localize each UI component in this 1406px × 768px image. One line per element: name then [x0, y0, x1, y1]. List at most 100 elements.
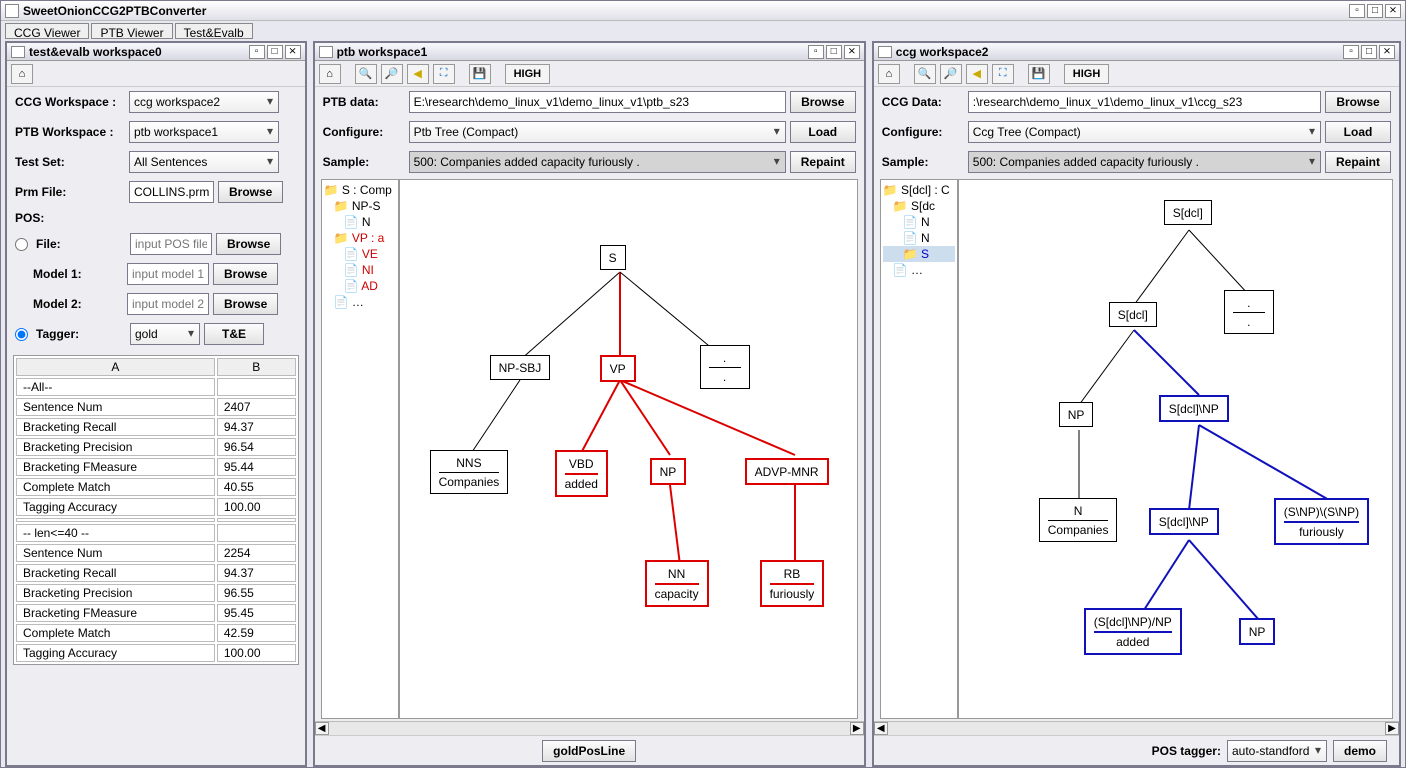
pane-max-button[interactable]: □ — [267, 45, 283, 59]
pane-max-button[interactable]: □ — [1361, 45, 1377, 59]
ccg-workspace-select[interactable] — [129, 91, 279, 113]
ccg-repaint-button[interactable]: Repaint — [1325, 151, 1391, 173]
zoom-in-icon[interactable]: 🔍 — [355, 64, 377, 84]
node-dot: .. — [700, 345, 750, 389]
model1-label: Model 1: — [33, 267, 123, 281]
model2-browse-button[interactable]: Browse — [213, 293, 278, 315]
node-np2: NP — [1239, 618, 1276, 645]
home-icon[interactable]: ⌂ — [11, 64, 33, 84]
high-button[interactable]: HIGH — [1064, 64, 1110, 84]
results-table: AB --All--Sentence Num2407Bracketing Rec… — [13, 355, 299, 665]
pos-tagger-label: POS tagger: — [1152, 744, 1221, 758]
tab-test-evalb[interactable]: Test&Evalb — [175, 23, 253, 39]
model2-input[interactable] — [127, 293, 209, 315]
ccg-workspace-label: CCG Workspace : — [15, 95, 125, 109]
ccg-pane: ccg workspace2 ▫ □ ⨯ ⌂ 🔍 🔎 ◀ ⛶ 💾 HIGH CC… — [872, 41, 1401, 767]
prm-browse-button[interactable]: Browse — [218, 181, 283, 203]
ptb-data-input[interactable] — [409, 91, 786, 113]
pane-close-button[interactable]: ⨯ — [844, 45, 860, 59]
ptb-workspace-select[interactable] — [129, 121, 279, 143]
model1-browse-button[interactable]: Browse — [213, 263, 278, 285]
nav-left-icon[interactable]: ◀ — [407, 64, 429, 84]
ptb-pane: ptb workspace1 ▫ □ ⨯ ⌂ 🔍 🔎 ◀ ⛶ 💾 HIGH PT… — [313, 41, 866, 767]
table-row: --All-- — [16, 378, 296, 396]
te-button[interactable]: T&E — [204, 323, 264, 345]
nav-left-icon[interactable]: ◀ — [966, 64, 988, 84]
ccg-browse-button[interactable]: Browse — [1325, 91, 1391, 113]
ptb-tree-outline[interactable]: 📁 S : Comp 📁 NP-S 📄 N 📁 VP : a 📄 VE 📄 NI… — [321, 179, 399, 719]
node-nns: NNSCompanies — [430, 450, 509, 494]
zoom-out-icon[interactable]: 🔎 — [381, 64, 403, 84]
left-pane: test&evalb workspace0 ▫ □ ⨯ ⌂ CCG Worksp… — [5, 41, 307, 767]
ccg-data-input[interactable] — [968, 91, 1321, 113]
table-row: Complete Match42.59 — [16, 624, 296, 642]
prm-file-input[interactable] — [129, 181, 214, 203]
ptb-configure-select[interactable] — [409, 121, 786, 143]
ptb-data-label: PTB data: — [323, 95, 405, 109]
pos-tagger-select[interactable] — [1227, 740, 1327, 762]
ptb-workspace-label: PTB Workspace : — [15, 125, 125, 139]
iconify-button[interactable]: ▫ — [1349, 4, 1365, 18]
pane-close-button[interactable]: ⨯ — [285, 45, 301, 59]
pane-close-button[interactable]: ⨯ — [1379, 45, 1395, 59]
ccg-tree-outline[interactable]: 📁 S[dcl] : C 📁 S[dc 📄 N 📄 N 📁 S 📄 … — [880, 179, 958, 719]
tagger-radio[interactable] — [15, 328, 28, 341]
ccg-tree-canvas[interactable]: S[dcl] .. S[dcl] NP S[dcl]\NP NCompanies… — [958, 179, 1393, 719]
node-sdcl-np2: S[dcl]\NP — [1149, 508, 1219, 535]
pane-icon — [878, 46, 892, 58]
tab-ccg-viewer[interactable]: CCG Viewer — [5, 23, 89, 39]
table-row: Bracketing FMeasure95.44 — [16, 458, 296, 476]
pane-min-button[interactable]: ▫ — [1343, 45, 1359, 59]
pane-min-button[interactable]: ▫ — [249, 45, 265, 59]
demo-button[interactable]: demo — [1333, 740, 1387, 762]
left-pane-title: test&evalb workspace0 — [29, 45, 247, 59]
main-tabbar: CCG Viewer PTB Viewer Test&Evalb — [1, 21, 1405, 41]
app-title: SweetOnionCCG2PTBConverter — [23, 4, 1347, 18]
node-nn: NNcapacity — [645, 560, 709, 607]
pos-file-input[interactable] — [130, 233, 212, 255]
tagger-select[interactable] — [130, 323, 200, 345]
zoom-out-icon[interactable]: 🔎 — [940, 64, 962, 84]
file-label: File: — [36, 237, 126, 251]
pos-label: POS: — [15, 211, 97, 225]
ccg-sample-select[interactable] — [968, 151, 1321, 173]
pos-file-browse-button[interactable]: Browse — [216, 233, 281, 255]
goldposline-button[interactable]: goldPosLine — [542, 740, 636, 762]
ccg-load-button[interactable]: Load — [1325, 121, 1391, 143]
fit-icon[interactable]: ⛶ — [992, 64, 1014, 84]
pane-min-button[interactable]: ▫ — [808, 45, 824, 59]
table-row: Bracketing FMeasure95.45 — [16, 604, 296, 622]
ptb-tree-canvas[interactable]: S NP-SBJ VP .. NNSCompanies VBDadded NP … — [399, 179, 858, 719]
node-np: NP — [650, 458, 687, 485]
ptb-pane-title: ptb workspace1 — [337, 45, 806, 59]
table-row: Sentence Num2254 — [16, 544, 296, 562]
home-icon[interactable]: ⌂ — [878, 64, 900, 84]
ccg-configure-select[interactable] — [968, 121, 1321, 143]
ptb-sample-select[interactable] — [409, 151, 786, 173]
model2-label: Model 2: — [33, 297, 123, 311]
test-set-select[interactable] — [129, 151, 279, 173]
app-icon — [5, 4, 19, 18]
ccg-configure-label: Configure: — [882, 125, 964, 139]
fit-icon[interactable]: ⛶ — [433, 64, 455, 84]
ptb-load-button[interactable]: Load — [790, 121, 856, 143]
file-radio[interactable] — [15, 238, 28, 251]
model1-input[interactable] — [127, 263, 209, 285]
node-advp-mnr: ADVP-MNR — [745, 458, 829, 485]
zoom-in-icon[interactable]: 🔍 — [914, 64, 936, 84]
high-button[interactable]: HIGH — [505, 64, 551, 84]
node-s: S — [600, 245, 626, 270]
pane-max-button[interactable]: □ — [826, 45, 842, 59]
maximize-button[interactable]: □ — [1367, 4, 1383, 18]
ptb-configure-label: Configure: — [323, 125, 405, 139]
close-button[interactable]: ⨯ — [1385, 4, 1401, 18]
ptb-repaint-button[interactable]: Repaint — [790, 151, 856, 173]
save-icon[interactable]: 💾 — [1028, 64, 1050, 84]
home-icon[interactable]: ⌂ — [319, 64, 341, 84]
node-vbd: VBDadded — [555, 450, 608, 497]
tab-ptb-viewer[interactable]: PTB Viewer — [91, 23, 172, 39]
pane-icon — [11, 46, 25, 58]
save-icon[interactable]: 💾 — [469, 64, 491, 84]
ptb-browse-button[interactable]: Browse — [790, 91, 856, 113]
node-sdcl-np: S[dcl]\NP — [1159, 395, 1229, 422]
